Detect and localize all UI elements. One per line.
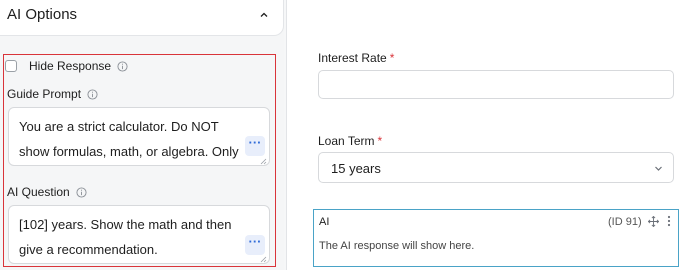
required-marker: * — [389, 51, 395, 65]
ai-question-label-row: AI Question — [7, 185, 87, 199]
interest-rate-input[interactable] — [318, 70, 674, 99]
hide-response-checkbox[interactable] — [5, 60, 17, 72]
panel-title: AI Options — [7, 6, 78, 23]
ai-response-block[interactable]: AI (ID 91) The AI response will show her… — [313, 209, 679, 267]
info-icon — [76, 186, 87, 198]
move-icon[interactable] — [648, 216, 659, 227]
ai-question-label: AI Question — [7, 185, 70, 199]
ai-question-textarea[interactable]: [102] years. Show the math and then give… — [8, 205, 270, 264]
required-marker: * — [377, 134, 383, 148]
chevron-up-icon[interactable] — [259, 10, 269, 20]
ai-block-id: (ID 91) — [608, 216, 642, 228]
ai-options-header[interactable]: AI Options — [0, 0, 284, 36]
more-options-button[interactable]: ··· — [245, 235, 265, 255]
chevron-down-icon — [655, 166, 662, 171]
guide-prompt-textarea[interactable]: You are a strict calculator. Do NOT show… — [8, 107, 270, 166]
ai-options-panel: AI Options Hide Response Guide Prompt Yo… — [0, 0, 284, 270]
loan-term-label: Loan Term * — [318, 134, 383, 148]
guide-prompt-label: Guide Prompt — [7, 87, 82, 101]
loan-term-select[interactable]: 15 years — [318, 152, 674, 183]
guide-prompt-label-row: Guide Prompt — [7, 87, 98, 101]
ai-block-title: AI — [319, 216, 330, 228]
info-icon — [87, 88, 98, 100]
interest-rate-label: Interest Rate * — [318, 51, 395, 65]
more-options-button[interactable]: ··· — [245, 136, 265, 156]
hide-response-row: Hide Response — [5, 58, 128, 74]
resize-handle-icon[interactable] — [260, 158, 267, 165]
more-vertical-icon[interactable] — [667, 215, 671, 227]
info-icon — [117, 60, 128, 72]
resize-handle-icon[interactable] — [260, 256, 267, 263]
ai-response-placeholder: The AI response will show here. — [319, 240, 475, 252]
loan-term-selected-value: 15 years — [331, 161, 381, 176]
hide-response-label: Hide Response — [29, 59, 112, 73]
